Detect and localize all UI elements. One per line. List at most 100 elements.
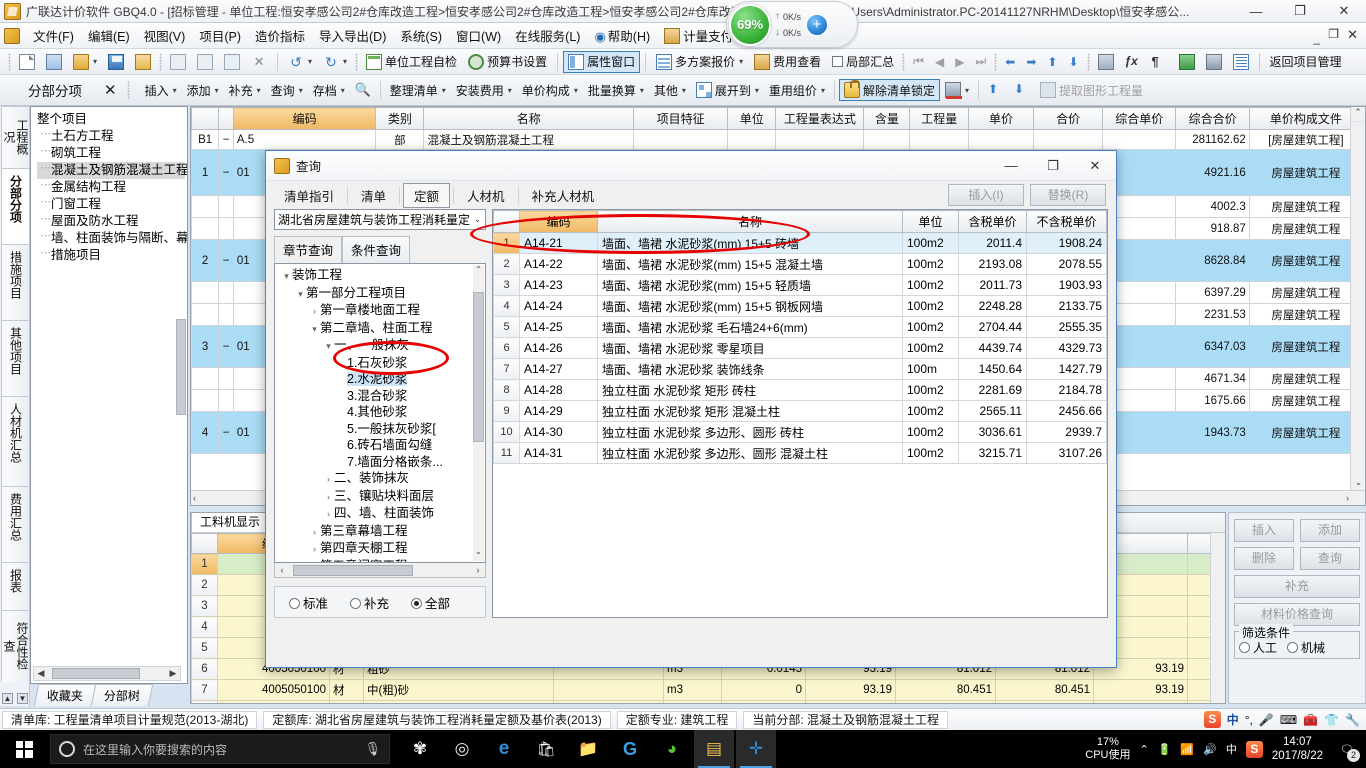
- unlock-list-button[interactable]: 解除清单锁定: [838, 79, 940, 101]
- property-window-button[interactable]: 属性窗口: [563, 50, 641, 73]
- rail-tab-other-items[interactable]: 其他项目: [0, 320, 29, 396]
- undo-button[interactable]: ↺ ▾: [283, 51, 317, 73]
- menu-file[interactable]: 文件(F): [26, 23, 81, 48]
- notification-center-button[interactable]: 🗨 2: [1332, 730, 1362, 768]
- dialog-insert-button[interactable]: 插入(I): [948, 184, 1024, 206]
- tree-node[interactable]: 4.其他砂浆: [277, 404, 485, 421]
- paragraph-button[interactable]: ¶: [1147, 51, 1173, 73]
- delete-button[interactable]: ✕: [246, 51, 272, 73]
- scroll-left-icon[interactable]: ◀: [34, 668, 48, 679]
- add-button[interactable]: 添加 ▾: [182, 79, 224, 101]
- toolbar2-grip[interactable]: [126, 81, 130, 99]
- grid-vertical-scrollbar[interactable]: ⌃ ⌄: [1350, 107, 1365, 505]
- expand-to-button[interactable]: 展开到 ▾: [691, 79, 764, 101]
- close-button[interactable]: ✕: [1322, 0, 1366, 23]
- tree-item-measure-items[interactable]: 措施项目: [37, 245, 185, 264]
- query-resource-button[interactable]: 查询: [1300, 547, 1360, 570]
- move-down-row-button[interactable]: ⬇: [1009, 79, 1035, 101]
- expander-icon[interactable]: −: [218, 129, 234, 150]
- taskbar-app-edge[interactable]: e: [484, 730, 524, 768]
- taskbar-app-fan[interactable]: ✾: [400, 730, 440, 768]
- tree-item-doors-windows[interactable]: 门窗工程: [37, 194, 185, 213]
- chevron-right-icon[interactable]: ›: [309, 524, 320, 541]
- scroll-right-icon[interactable]: ▶: [166, 668, 180, 679]
- scroll-up-icon[interactable]: ⌃: [473, 265, 484, 279]
- menu-system[interactable]: 系统(S): [393, 23, 449, 48]
- tree-node[interactable]: ▾ 装饰工程: [277, 267, 485, 285]
- tree-node[interactable]: ▾ 第二章墙、柱面工程: [277, 320, 485, 338]
- tree-item-concrete[interactable]: 混凝土及钢筋混凝土工程: [37, 160, 187, 179]
- fill-color-button[interactable]: ▾: [940, 79, 974, 101]
- close-section-tab-icon[interactable]: ✕: [104, 81, 117, 99]
- microphone-icon[interactable]: 🎤: [1259, 713, 1274, 727]
- scroll-right-icon[interactable]: ›: [1346, 493, 1349, 503]
- menu-view[interactable]: 视图(V): [137, 23, 193, 48]
- chevron-down-icon[interactable]: ▾: [323, 338, 334, 355]
- taskbar-app-360[interactable]: G: [610, 730, 650, 768]
- chevron-right-icon[interactable]: ›: [323, 489, 334, 506]
- expander-icon[interactable]: −: [218, 411, 234, 454]
- ime-mode-label[interactable]: 中: [1227, 711, 1239, 728]
- supplement-button[interactable]: 补充 ▾: [224, 79, 266, 101]
- tree-node[interactable]: › 四、墙、柱面装饰: [277, 505, 485, 523]
- table-row[interactable]: 6 A14-26 墙面、墙裙 水泥砂浆 零星项目 100m2 4439.74 4…: [493, 337, 1107, 359]
- taskbar-app-browser[interactable]: ◕: [652, 730, 692, 768]
- budget-settings-button[interactable]: 预算书设置: [463, 51, 552, 73]
- dialog-tab-list-guide[interactable]: 清单指引: [274, 184, 344, 207]
- rail-tab-reports[interactable]: 报表: [0, 562, 29, 610]
- scroll-thumb[interactable]: [293, 564, 413, 576]
- start-button[interactable]: [0, 730, 48, 768]
- menu-import-export[interactable]: 导入导出(D): [312, 23, 393, 48]
- header-unit[interactable]: 单位: [727, 107, 777, 130]
- chevron-down-icon[interactable]: ▾: [309, 321, 320, 338]
- table-row[interactable]: 9 A14-29 独立柱面 水泥砂浆 矩形 混凝土柱 100m2 2565.11…: [493, 400, 1107, 422]
- dialog-tab-norm[interactable]: 定额: [403, 182, 451, 208]
- save-button[interactable]: [103, 51, 129, 73]
- query-dialog[interactable]: 查询 — ❐ ✕ 清单指引 清单 定额 人材机 补充人材机 插入(I) 替换(R…: [265, 150, 1117, 668]
- tree-node[interactable]: ›第五章门窗工程: [277, 558, 485, 563]
- scroll-right-icon[interactable]: ›: [471, 565, 485, 575]
- batch-convert-button[interactable]: 批量换算 ▾: [583, 79, 649, 101]
- header-total-price[interactable]: 合价: [1033, 107, 1104, 130]
- return-project-button[interactable]: 返回项目管理: [1265, 51, 1347, 73]
- dialog-replace-button[interactable]: 替换(R): [1030, 184, 1106, 206]
- header-features[interactable]: 项目特征: [632, 107, 729, 130]
- tree-item-earthwork[interactable]: 土石方工程: [37, 126, 185, 145]
- table-row[interactable]: 4 A14-24 墙面、墙裙 水泥砂浆(mm) 15+5 钢板网墙 100m2 …: [493, 295, 1107, 317]
- menu-online-service[interactable]: 在线服务(L): [508, 23, 587, 48]
- chevron-right-icon[interactable]: ›: [309, 303, 320, 320]
- move-left-button[interactable]: ⬅: [1000, 51, 1020, 73]
- tree-node[interactable]: › 三、镶贴块料面层: [277, 488, 485, 506]
- chevron-right-icon[interactable]: ›: [309, 559, 320, 563]
- taskbar-app-store[interactable]: 🛍: [526, 730, 566, 768]
- menu-edit[interactable]: 编辑(E): [81, 23, 137, 48]
- dialog-tab-supplement-resources[interactable]: 补充人材机: [522, 184, 605, 207]
- multi-quote-button[interactable]: 多方案报价 ▾: [651, 51, 748, 73]
- other-button[interactable]: 其他 ▾: [649, 79, 691, 101]
- paste-button[interactable]: [219, 51, 245, 73]
- expander-icon[interactable]: −: [218, 149, 234, 196]
- wifi-icon[interactable]: 📶: [1180, 743, 1194, 756]
- restore-button[interactable]: ❐: [1278, 0, 1322, 23]
- toolbar-grip-6[interactable]: [1086, 52, 1090, 71]
- toolbar-grip[interactable]: [8, 52, 11, 71]
- table-row[interactable]: 3 A14-23 墙面、墙裙 水泥砂浆(mm) 15+5 轻质墙 100m2 2…: [493, 274, 1107, 296]
- dialog-tab-list[interactable]: 清单: [351, 184, 396, 207]
- menu-cost-index[interactable]: 造价指标: [248, 23, 312, 48]
- dialog-tab-resources[interactable]: 人材机: [457, 184, 515, 207]
- toolbar-grip-3[interactable]: [355, 52, 359, 71]
- tree-horizontal-scrollbar[interactable]: ‹ ›: [274, 563, 486, 578]
- inner-close-button[interactable]: ✕: [1347, 27, 1358, 43]
- self-check-button[interactable]: 单位工程自检: [361, 51, 462, 73]
- table-row[interactable]: 84005070500材砾石10m30187.82162.145162.1451…: [191, 700, 1225, 703]
- prev-record-button[interactable]: ◀: [930, 51, 949, 73]
- taskbar-clock[interactable]: 14:07 2017/8/22: [1272, 735, 1323, 763]
- reuse-price-button[interactable]: 重用组价 ▾: [764, 79, 830, 101]
- rail-scroll-up-icon[interactable]: ▲: [2, 692, 13, 704]
- battery-icon[interactable]: 🔋: [1158, 743, 1172, 756]
- toolbar-grip-4[interactable]: [902, 52, 906, 71]
- partial-summary-checkbox[interactable]: 局部汇总: [827, 51, 899, 73]
- save-as-button[interactable]: [130, 51, 156, 73]
- taskbar-app-spiral[interactable]: ◎: [442, 730, 482, 768]
- table-row[interactable]: 5 A14-25 墙面、墙裙 水泥砂浆 毛石墙24+6(mm) 100m2 27…: [493, 316, 1107, 338]
